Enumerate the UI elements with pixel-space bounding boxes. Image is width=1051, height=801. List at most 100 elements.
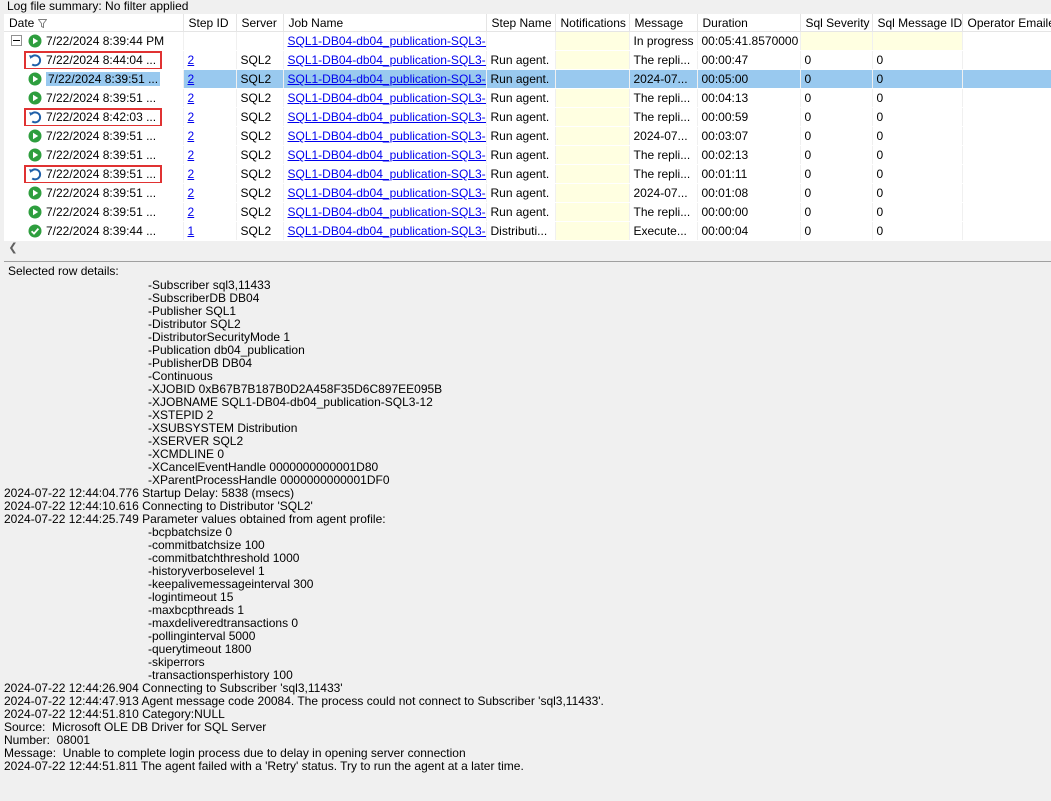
step-id-link[interactable]: 2 [188, 129, 195, 143]
details-label: Selected row details: [8, 264, 119, 278]
step-id-link[interactable]: 2 [188, 205, 195, 219]
message-cell: The repli... [629, 202, 698, 222]
job-name-link[interactable]: SQL1-DB04-db04_publication-SQL3-12 [288, 72, 486, 86]
col-stepname-header[interactable]: Step Name [486, 14, 556, 32]
step-id-cell[interactable]: 2 [183, 88, 237, 108]
table-row[interactable]: 7/22/2024 8:42:03 ... 2 SQL2 SQL1-DB04-db04… [4, 107, 1051, 127]
step-id-cell[interactable] [183, 31, 237, 51]
sql-severity-cell: 0 [800, 164, 873, 184]
job-name-link[interactable]: SQL1-DB04-db04_publication-SQL3-12 [288, 205, 486, 219]
job-name-cell[interactable]: SQL1-DB04-db04_publication-SQL3-12 [283, 183, 487, 203]
operator-emailed-cell [962, 88, 1051, 108]
log-grid[interactable]: Date Step ID Server Job Name Step Name N… [4, 14, 1051, 241]
step-id-cell[interactable]: 2 [183, 164, 237, 184]
play-icon [28, 205, 42, 219]
step-id-cell[interactable]: 2 [183, 145, 237, 165]
operator-emailed-cell [962, 69, 1051, 89]
selected-row-details[interactable]: Selected row details: -Subscriber sql3,1… [4, 261, 1051, 791]
step-id-link[interactable]: 2 [188, 148, 195, 162]
step-id-link[interactable]: 2 [188, 110, 195, 124]
col-stepid-header[interactable]: Step ID [183, 14, 237, 32]
job-name-cell[interactable]: SQL1-DB04-db04_publication-SQL3-12 [283, 164, 487, 184]
job-name-cell[interactable]: SQL1-DB04-db04_publication-SQL3-12 [283, 126, 487, 146]
col-duration-header[interactable]: Duration [697, 14, 801, 32]
col-jobname-header[interactable]: Job Name [283, 14, 487, 32]
step-id-link[interactable]: 1 [188, 224, 195, 238]
job-name-link[interactable]: SQL1-DB04-db04_publication-SQL3-12 [288, 186, 486, 200]
job-summary-row[interactable]: 7/22/2024 8:39:44 PM SQL1-DB04-db04_publi… [4, 31, 1051, 51]
step-id-link[interactable]: 2 [188, 53, 195, 67]
job-name-link[interactable]: SQL1-DB04-db04_publication-SQL3-12 [288, 91, 486, 105]
table-row[interactable]: 7/22/2024 8:39:51 ... 2 SQL2 SQL1-DB04-db04… [4, 145, 1051, 165]
sql-severity-cell: 0 [800, 145, 873, 165]
sql-message-id-cell: 0 [872, 88, 963, 108]
job-name-link[interactable]: SQL1-DB04-db04_publication-SQL3-12 [288, 167, 486, 181]
job-name-link[interactable]: SQL1-DB04-db04_publication-SQL3-12 [288, 110, 486, 124]
table-row[interactable]: 7/22/2024 8:39:51 ... 2 SQL2 SQL1-DB04-db04… [4, 164, 1051, 184]
job-name-cell[interactable]: SQL1-DB04-db04_publication-SQL3-12 [283, 145, 487, 165]
notifications-cell [555, 69, 630, 89]
duration-cell: 00:02:13 [697, 145, 801, 165]
col-notifications-header[interactable]: Notifications [555, 14, 630, 32]
step-id-link[interactable]: 2 [188, 186, 195, 200]
step-id-link[interactable]: 2 [188, 91, 195, 105]
play-icon [28, 148, 42, 162]
notifications-cell [555, 145, 630, 165]
job-name-link[interactable]: SQL1-DB04-db04_publication-SQL3-12 [288, 34, 486, 48]
message-cell: 2024-07... [629, 183, 698, 203]
sql-message-id-cell: 0 [872, 50, 963, 70]
job-name-cell[interactable]: SQL1-DB04-db04_publication-SQL3-12 [283, 88, 487, 108]
date-cell: 7/22/2024 8:39:51 ... [4, 145, 184, 165]
table-row[interactable]: 7/22/2024 8:39:51 ... 2 SQL2 SQL1-DB04-db04… [4, 69, 1051, 89]
col-sqlseverity-header[interactable]: Sql Severity [800, 14, 873, 32]
step-id-cell[interactable]: 1 [183, 221, 237, 241]
table-row[interactable]: 7/22/2024 8:39:44 ... 1 SQL2 SQL1-DB04-db04… [4, 221, 1051, 241]
step-id-cell[interactable]: 2 [183, 107, 237, 127]
job-name-link[interactable]: SQL1-DB04-db04_publication-SQL3-12 [288, 53, 486, 67]
server-cell: SQL2 [236, 126, 284, 146]
table-row[interactable]: 7/22/2024 8:39:51 ... 2 SQL2 SQL1-DB04-db04… [4, 202, 1051, 222]
col-server-header[interactable]: Server [236, 14, 284, 32]
scroll-left-arrow-icon[interactable]: ❮ [6, 242, 20, 255]
job-name-link[interactable]: SQL1-DB04-db04_publication-SQL3-12 [288, 148, 486, 162]
notifications-cell [555, 31, 630, 51]
job-name-cell[interactable]: SQL1-DB04-db04_publication-SQL3-12 [283, 50, 487, 70]
job-name-cell[interactable]: SQL1-DB04-db04_publication-SQL3-12 [283, 202, 487, 222]
log-line: Source: Microsoft OLE DB Driver for SQL … [4, 720, 267, 734]
table-row[interactable]: 7/22/2024 8:39:51 ... 2 SQL2 SQL1-DB04-db04… [4, 88, 1051, 108]
sql-severity-cell: 0 [800, 88, 873, 108]
duration-cell: 00:01:08 [697, 183, 801, 203]
job-name-link[interactable]: SQL1-DB04-db04_publication-SQL3-12 [288, 129, 486, 143]
server-cell: SQL2 [236, 183, 284, 203]
step-id-cell[interactable]: 2 [183, 183, 237, 203]
col-sqlmessageid-header[interactable]: Sql Message ID [872, 14, 963, 32]
step-id-cell[interactable]: 2 [183, 202, 237, 222]
table-row[interactable]: 7/22/2024 8:44:04 ... 2 SQL2 SQL1-DB04-db04… [4, 50, 1051, 70]
step-id-cell[interactable]: 2 [183, 126, 237, 146]
step-id-link[interactable]: 2 [188, 167, 195, 181]
horizontal-scrollbar[interactable]: ❮ [4, 241, 1051, 256]
step-id-cell[interactable]: 2 [183, 69, 237, 89]
operator-emailed-cell [962, 164, 1051, 184]
step-id-cell[interactable]: 2 [183, 50, 237, 70]
job-name-cell[interactable]: SQL1-DB04-db04_publication-SQL3-12 [283, 221, 487, 241]
date-cell: 7/22/2024 8:39:51 ... [4, 69, 184, 89]
job-name-link[interactable]: SQL1-DB04-db04_publication-SQL3-12 [288, 224, 486, 238]
table-row[interactable]: 7/22/2024 8:39:51 ... 2 SQL2 SQL1-DB04-db04… [4, 126, 1051, 146]
notifications-cell [555, 88, 630, 108]
col-date-header[interactable]: Date [4, 14, 184, 32]
col-message-header[interactable]: Message [629, 14, 698, 32]
highlight-box [24, 108, 163, 126]
details-log-text: -Subscriber sql3,11433 -SubscriberDB DB04… [4, 279, 1051, 773]
duration-cell: 00:00:59 [697, 107, 801, 127]
duration-cell: 00:00:00 [697, 202, 801, 222]
table-row[interactable]: 7/22/2024 8:39:51 ... 2 SQL2 SQL1-DB04-db04… [4, 183, 1051, 203]
job-name-cell[interactable]: SQL1-DB04-db04_publication-SQL3-12 [283, 69, 487, 89]
job-name-cell[interactable]: SQL1-DB04-db04_publication-SQL3-12 [283, 107, 487, 127]
collapse-toggle[interactable] [11, 35, 22, 46]
message-cell: The repli... [629, 50, 698, 70]
step-id-link[interactable]: 2 [188, 72, 195, 86]
play-icon [28, 91, 42, 105]
col-operatoremailed-header[interactable]: Operator Emailed [962, 14, 1051, 32]
job-name-cell[interactable]: SQL1-DB04-db04_publication-SQL3-12 [283, 31, 487, 51]
